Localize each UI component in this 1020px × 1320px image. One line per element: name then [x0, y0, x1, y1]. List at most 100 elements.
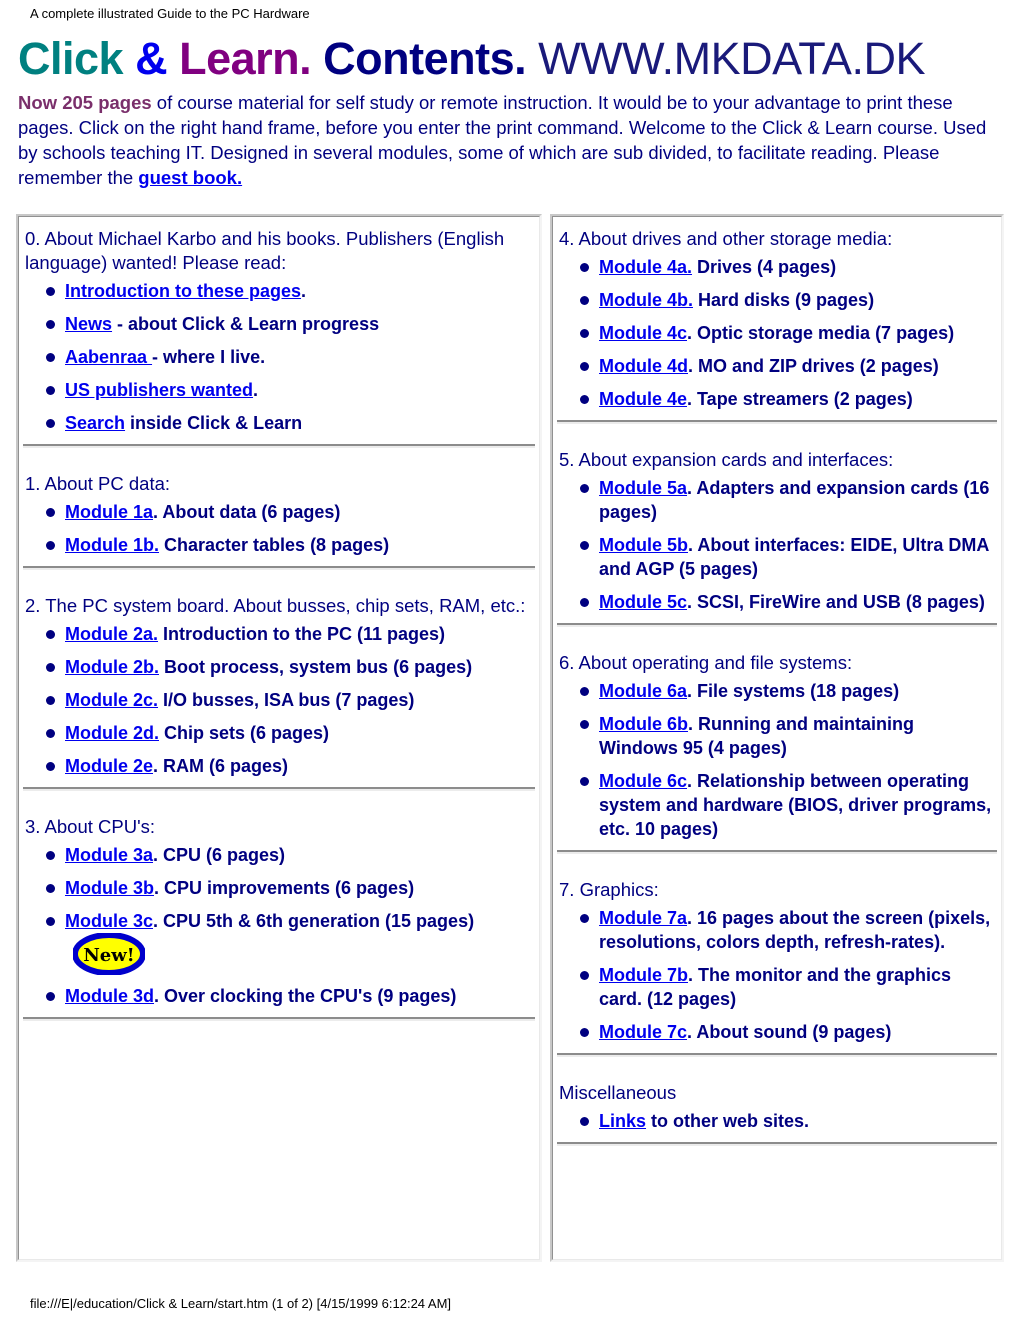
contents-section: 6. About operating and file systems: Modu… — [553, 641, 1001, 841]
module-description: . About data (6 pages) — [153, 502, 341, 522]
section-heading: 3. About CPU's: — [25, 816, 156, 837]
right-contents-table: 4. About drives and other storage media:… — [550, 214, 1004, 1262]
module-link[interactable]: Module 4d — [599, 356, 688, 376]
module-description: . Over clocking the CPU's (9 pages) — [154, 986, 457, 1006]
module-link[interactable]: Module 6a — [599, 681, 687, 701]
footer-path: file:///E|/education/Click & Learn/start… — [30, 1296, 452, 1311]
module-link[interactable]: Introduction to these pages — [65, 281, 301, 301]
module-description: - about Click & Learn progress — [112, 314, 380, 334]
list-item: Module 4e. Tape streamers (2 pages) — [580, 387, 995, 411]
section-heading: 0. About Michael Karbo and his books. Pu… — [25, 228, 505, 273]
list-item: Module 4d. MO and ZIP drives (2 pages) — [580, 354, 995, 378]
page-title: Click & Learn. Contents. WWW.MKDATA.DK — [18, 36, 925, 81]
module-list: Module 4a. Drives (4 pages) Module 4b. Ha… — [559, 255, 995, 411]
contents-section: 1. About PC data: Module 1a. About data (… — [19, 462, 539, 557]
module-list: Links to other web sites. — [559, 1109, 995, 1133]
module-link[interactable]: Aabenraa — [65, 347, 152, 367]
module-description: . RAM (6 pages) — [153, 756, 289, 776]
module-link[interactable]: Module 5a — [599, 478, 687, 498]
module-list: Module 5a. Adapters and expansion cards … — [559, 476, 995, 614]
contents-section: 4. About drives and other storage media:… — [553, 217, 1001, 411]
contents-section: 7. Graphics: Module 7a. 16 pages about th… — [553, 868, 1001, 1044]
list-item: Module 6b. Running and maintaining Windo… — [580, 712, 995, 760]
list-item: Module 1b. Character tables (8 pages) — [46, 533, 533, 557]
list-item: Module 2a. Introduction to the PC (11 pa… — [46, 622, 533, 646]
module-link[interactable]: Module 6c — [599, 771, 687, 791]
module-link[interactable]: Module 7a — [599, 908, 687, 928]
list-item: Module 4a. Drives (4 pages) — [580, 255, 995, 279]
section-heading: 7. Graphics: — [559, 879, 659, 900]
module-link[interactable]: Module 4b. — [599, 290, 693, 310]
module-link[interactable]: Module 5b — [599, 535, 688, 555]
module-link[interactable]: Module 2d. — [65, 723, 159, 743]
contents-section: 0. About Michael Karbo and his books. Pu… — [19, 217, 539, 435]
module-link[interactable]: Module 3b — [65, 878, 154, 898]
module-link[interactable]: Module 3a — [65, 845, 153, 865]
module-link[interactable]: Module 2a. — [65, 624, 158, 644]
contents-columns: 0. About Michael Karbo and his books. Pu… — [16, 214, 1004, 1262]
module-link[interactable]: Module 4a. — [599, 257, 692, 277]
module-link[interactable]: Module 1b. — [65, 535, 159, 555]
module-description: . File systems (18 pages) — [687, 681, 900, 701]
list-item: Search inside Click & Learn — [46, 411, 533, 435]
title-contents: Contents. — [323, 33, 527, 84]
module-description: . About sound (9 pages) — [687, 1022, 892, 1042]
module-link[interactable]: Module 7c — [599, 1022, 687, 1042]
list-item: Module 2e. RAM (6 pages) — [46, 754, 533, 778]
module-link[interactable]: US publishers wanted — [65, 380, 253, 400]
module-description: to other web sites. — [646, 1111, 810, 1131]
module-link[interactable]: Module 5c — [599, 592, 687, 612]
list-item: Introduction to these pages. — [46, 279, 533, 303]
new-badge-icon: New! — [73, 933, 145, 975]
svg-text:New!: New! — [83, 945, 134, 966]
module-description: Hard disks (9 pages) — [693, 290, 875, 310]
list-item: Module 2d. Chip sets (6 pages) — [46, 721, 533, 745]
list-item: Aabenraa - where I live. — [46, 345, 533, 369]
title-ampersand: & — [135, 33, 168, 84]
module-description: . MO and ZIP drives (2 pages) — [688, 356, 939, 376]
module-list: Module 6a. File systems (18 pages) Module… — [559, 679, 995, 841]
module-link[interactable]: Module 4e — [599, 389, 687, 409]
list-item: Links to other web sites. — [580, 1109, 995, 1133]
module-description: - where I live. — [152, 347, 266, 367]
contents-section: 5. About expansion cards and interfaces:… — [553, 438, 1001, 614]
module-link[interactable]: Links — [599, 1111, 646, 1131]
list-item: Module 7b. The monitor and the graphics … — [580, 963, 995, 1011]
module-link[interactable]: Module 7b — [599, 965, 688, 985]
module-list: Module 1a. About data (6 pages) Module 1b… — [25, 500, 533, 557]
module-list: Introduction to these pages. News - about… — [25, 279, 533, 435]
module-link[interactable]: Module 1a — [65, 502, 153, 522]
module-link[interactable]: Module 6b — [599, 714, 688, 734]
right-contents-body: 4. About drives and other storage media:… — [552, 216, 1002, 1260]
module-list: Module 7a. 16 pages about the screen (pi… — [559, 906, 995, 1044]
list-item: Module 3d. Over clocking the CPU's (9 pa… — [46, 984, 533, 1008]
module-link[interactable]: Module 3c — [65, 911, 153, 931]
module-link[interactable]: Module 3d — [65, 986, 154, 1006]
module-description: Introduction to the PC (11 pages) — [158, 624, 446, 644]
intro-highlight: Now 205 pages — [18, 92, 152, 113]
list-item: Module 6a. File systems (18 pages) — [580, 679, 995, 703]
guest-book-link[interactable]: guest book. — [138, 167, 242, 188]
module-description: I/O busses, ISA bus (7 pages) — [158, 690, 415, 710]
list-item: Module 5a. Adapters and expansion cards … — [580, 476, 995, 524]
module-description: . CPU (6 pages) — [153, 845, 286, 865]
module-link[interactable]: News — [65, 314, 112, 334]
module-link[interactable]: Search — [65, 413, 125, 433]
module-link[interactable]: Module 2b. — [65, 657, 159, 677]
module-description: inside Click & Learn — [125, 413, 303, 433]
module-link[interactable]: Module 2c. — [65, 690, 158, 710]
contents-section: 3. About CPU's: Module 3a. CPU (6 pages) M… — [19, 805, 539, 1008]
contents-section: 2. The PC system board. About busses, ch… — [19, 584, 539, 778]
list-item: Module 6c. Relationship between operatin… — [580, 769, 995, 841]
list-item: News - about Click & Learn progress — [46, 312, 533, 336]
module-link[interactable]: Module 4c — [599, 323, 687, 343]
title-learn: Learn. — [179, 33, 312, 84]
module-description: Drives (4 pages) — [692, 257, 837, 277]
module-link[interactable]: Module 2e — [65, 756, 153, 776]
list-item: Module 7a. 16 pages about the screen (pi… — [580, 906, 995, 954]
